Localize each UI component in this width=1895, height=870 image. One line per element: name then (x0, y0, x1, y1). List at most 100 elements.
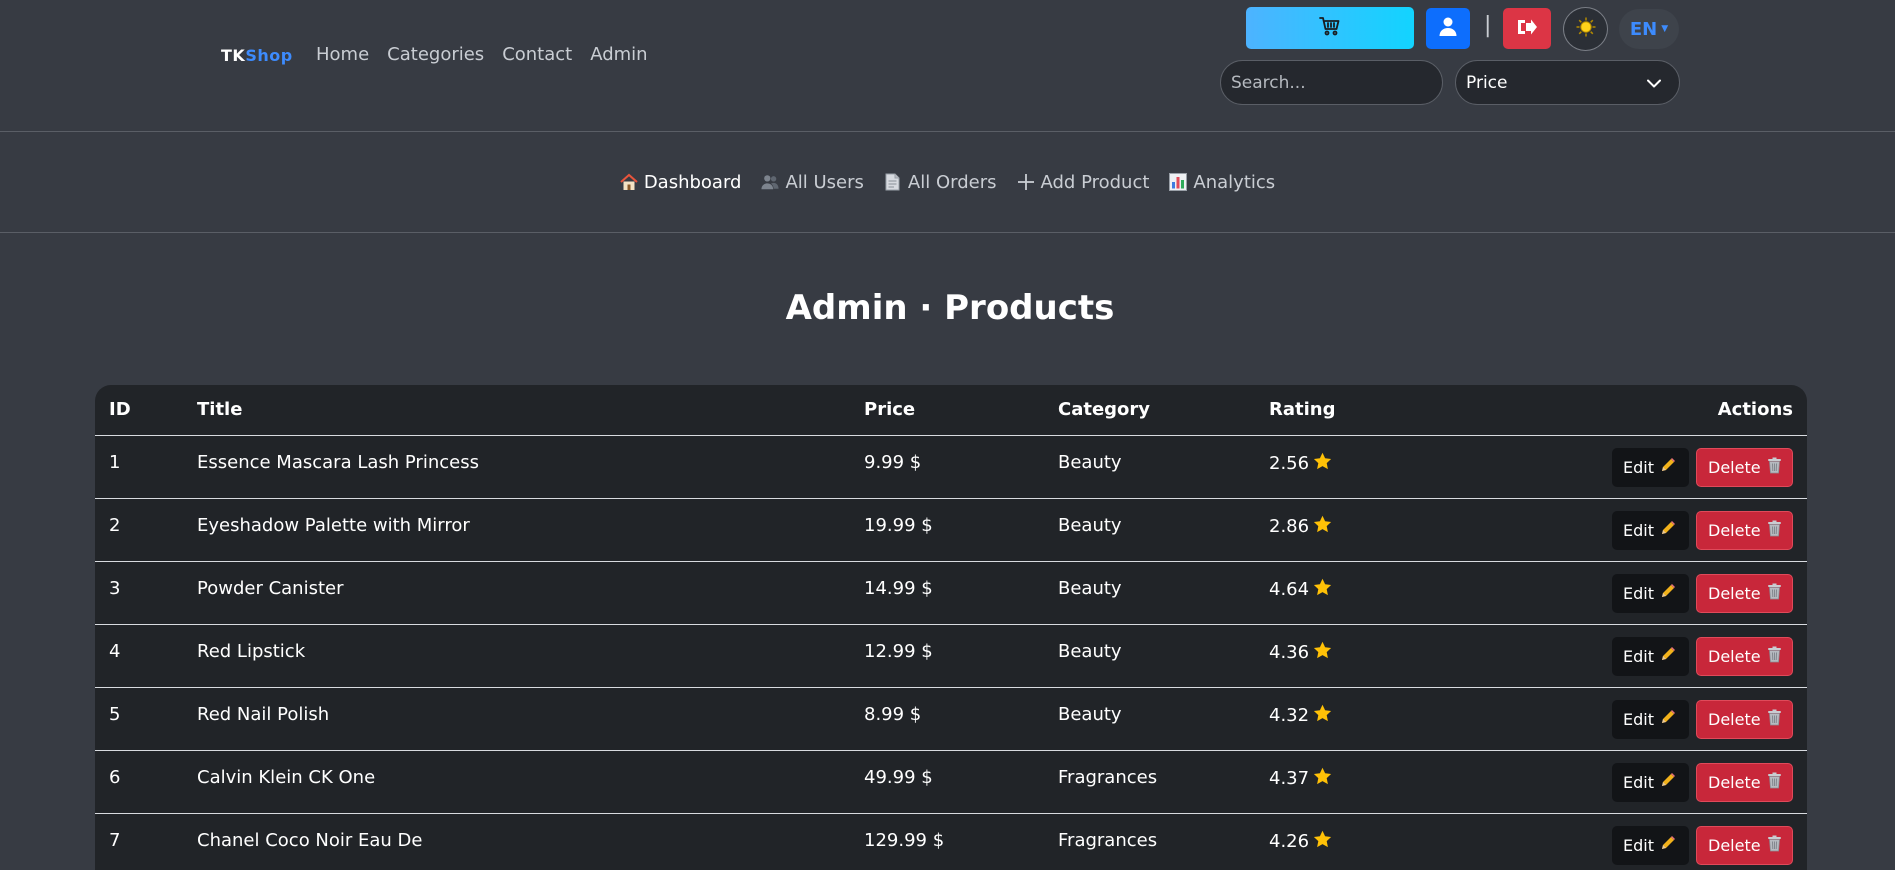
edit-button[interactable]: Edit (1612, 636, 1689, 676)
cell-id: 6 (95, 750, 183, 814)
edit-button[interactable]: Edit (1612, 573, 1689, 613)
column-header-category: Category (1044, 385, 1255, 436)
cell-category: Beauty (1044, 498, 1255, 562)
edit-button[interactable]: Edit (1612, 825, 1689, 865)
table-row: 5 Red Nail Polish 8.99 $ Beauty 4.32 Edit Dele… (95, 687, 1807, 751)
cell-title: Chanel Coco Noir Eau De (183, 813, 850, 870)
trash-icon (1767, 520, 1782, 541)
sort-select[interactable]: Price (1455, 60, 1680, 105)
delete-button[interactable]: Delete (1696, 510, 1793, 550)
table-row: 6 Calvin Klein CK One 49.99 $ Fragrances 4.3… (95, 750, 1807, 814)
cell-price: 129.99 $ (850, 813, 1044, 870)
rating-display: 2.86 (1269, 515, 1332, 538)
edit-button[interactable]: Edit (1612, 447, 1689, 487)
language-selector[interactable]: EN ▼ (1619, 9, 1679, 49)
table-row: 3 Powder Canister 14.99 $ Beauty 4.64 Edit Del… (95, 561, 1807, 625)
edit-button-label: Edit (1623, 520, 1654, 540)
pencil-icon (1660, 835, 1676, 855)
page-title: Admin · Products (785, 288, 1115, 328)
delete-button[interactable]: Delete (1696, 762, 1793, 802)
top-header: TKShop Home Categories Contact Admin | E… (0, 0, 1895, 132)
edit-button[interactable]: Edit (1612, 762, 1689, 802)
delete-button[interactable]: Delete (1696, 573, 1793, 613)
cell-category: Beauty (1044, 687, 1255, 751)
cell-id: 7 (95, 813, 183, 870)
delete-button-label: Delete (1708, 457, 1761, 477)
bar-chart-icon (1169, 173, 1188, 191)
cell-category: Fragrances (1044, 750, 1255, 814)
edit-button-label: Edit (1623, 709, 1654, 729)
cell-actions: Edit Delete (1455, 561, 1807, 625)
header-separator: | (1484, 13, 1492, 38)
cell-id: 3 (95, 561, 183, 625)
delete-button[interactable]: Delete (1696, 447, 1793, 487)
user-icon (1439, 17, 1457, 40)
house-icon (620, 173, 638, 191)
table-row: 2 Eyeshadow Palette with Mirror 19.99 $ Bea… (95, 498, 1807, 562)
delete-button-label: Delete (1708, 583, 1761, 603)
delete-button-label: Delete (1708, 835, 1761, 855)
edit-button[interactable]: Edit (1612, 510, 1689, 550)
cell-title: Essence Mascara Lash Princess (183, 435, 850, 499)
cell-title: Eyeshadow Palette with Mirror (183, 498, 850, 562)
edit-button[interactable]: Edit (1612, 699, 1689, 739)
logout-icon (1516, 18, 1538, 40)
rating-value: 4.26 (1269, 830, 1310, 852)
rating-display: 2.56 (1269, 452, 1332, 475)
rating-value: 4.36 (1269, 641, 1310, 663)
admin-nav-add-product-label: Add Product (1040, 171, 1150, 193)
products-table: ID Title Price Category Rating Actions 1… (95, 385, 1807, 870)
plus-icon (1017, 173, 1035, 191)
cell-price: 9.99 $ (850, 435, 1044, 499)
brand-shop: Shop (245, 46, 293, 65)
table-header-row: ID Title Price Category Rating Actions (95, 385, 1807, 436)
cell-category: Beauty (1044, 435, 1255, 499)
nav-admin-link[interactable]: Admin (590, 44, 647, 65)
nav-categories-link[interactable]: Categories (387, 44, 484, 65)
rating-value: 4.32 (1269, 704, 1310, 726)
admin-nav-dashboard[interactable]: Dashboard (620, 172, 741, 193)
admin-nav-all-users[interactable]: All Users (761, 171, 864, 193)
delete-button[interactable]: Delete (1696, 699, 1793, 739)
pencil-icon (1660, 772, 1676, 792)
nav-home-link[interactable]: Home (316, 44, 369, 65)
search-input[interactable] (1220, 60, 1443, 105)
delete-button[interactable]: Delete (1696, 825, 1793, 865)
cart-button[interactable] (1246, 7, 1414, 49)
cell-title: Powder Canister (183, 561, 850, 625)
cell-title: Red Nail Polish (183, 687, 850, 751)
table-row: 1 Essence Mascara Lash Princess 9.99 $ Beau… (95, 435, 1807, 499)
admin-nav-analytics[interactable]: Analytics (1169, 172, 1275, 193)
user-profile-button[interactable] (1426, 8, 1470, 49)
cell-id: 5 (95, 687, 183, 751)
cell-id: 1 (95, 435, 183, 499)
pencil-icon (1660, 457, 1676, 477)
nav-contact-link[interactable]: Contact (502, 44, 572, 65)
cell-category: Beauty (1044, 561, 1255, 625)
pencil-icon (1660, 583, 1676, 603)
admin-nav-all-orders[interactable]: All Orders (884, 172, 997, 193)
cell-title: Red Lipstick (183, 624, 850, 688)
admin-nav-add-product[interactable]: Add Product (1017, 171, 1150, 193)
trash-icon (1767, 835, 1782, 856)
delete-button-label: Delete (1708, 646, 1761, 666)
edit-button-label: Edit (1623, 583, 1654, 603)
cell-category: Beauty (1044, 624, 1255, 688)
theme-toggle-button[interactable] (1563, 7, 1608, 51)
chevron-down-icon (1647, 73, 1661, 93)
star-icon (1313, 515, 1332, 538)
cell-price: 12.99 $ (850, 624, 1044, 688)
table-row: 7 Chanel Coco Noir Eau De 129.99 $ Fragranc… (95, 813, 1807, 870)
cell-rating: 2.56 (1255, 435, 1455, 499)
star-icon (1313, 704, 1332, 727)
trash-icon (1767, 583, 1782, 604)
delete-button[interactable]: Delete (1696, 636, 1793, 676)
logout-button[interactable] (1503, 8, 1551, 49)
caret-down-icon: ▼ (1661, 24, 1669, 34)
users-icon (761, 173, 780, 191)
trash-icon (1767, 709, 1782, 730)
brand-logo[interactable]: TKShop (221, 46, 293, 65)
delete-button-label: Delete (1708, 772, 1761, 792)
rating-display: 4.26 (1269, 830, 1332, 853)
admin-nav-all-users-label: All Users (785, 171, 864, 193)
